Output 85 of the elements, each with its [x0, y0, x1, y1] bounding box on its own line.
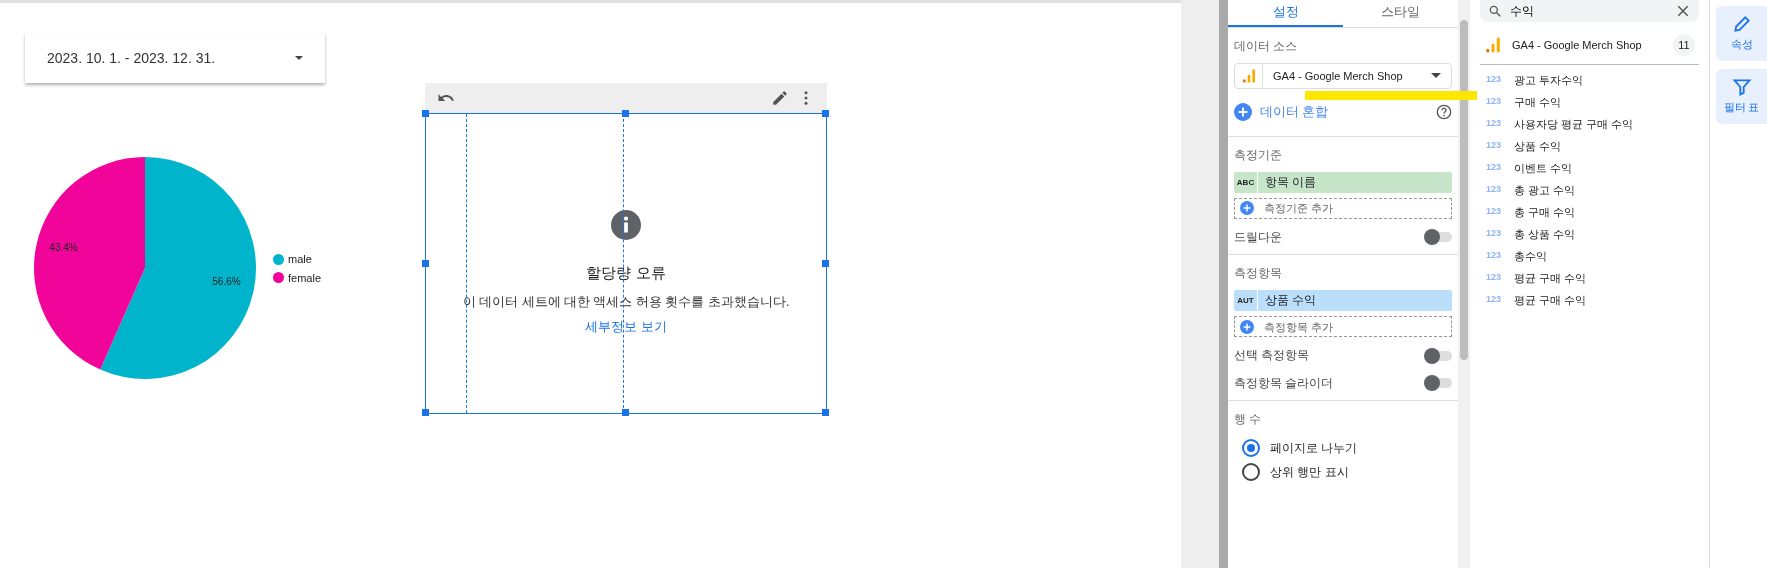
field-type-label: ABC: [1234, 171, 1258, 193]
field-name: 평균 구매 수익: [1514, 270, 1587, 286]
field-count: 11: [1673, 34, 1695, 56]
toggle-label: 드릴다운: [1234, 229, 1282, 245]
resize-handle[interactable]: [422, 409, 429, 416]
bar-chart-icon: [1240, 67, 1257, 84]
radio-button[interactable]: [1242, 439, 1260, 457]
date-range-picker[interactable]: 2023. 10. 1. - 2023. 12. 31.: [25, 33, 325, 83]
section-heading: 측정기준: [1234, 147, 1283, 163]
close-icon[interactable]: [1675, 3, 1691, 19]
section-heading: 측정항목: [1234, 266, 1283, 281]
add-field-button[interactable]: 측정기준 추가: [1234, 197, 1452, 219]
toggle-label: 측정항목 슬라이더: [1234, 375, 1334, 391]
rail-button[interactable]: 필터 표: [1716, 68, 1767, 124]
help-icon[interactable]: [1436, 104, 1452, 121]
search-icon: [1488, 4, 1502, 18]
field-name: 사용자당 평균 구매 수익: [1514, 116, 1634, 132]
resize-handle[interactable]: [822, 409, 829, 416]
scrollbar-thumb[interactable]: [1460, 20, 1468, 360]
plus-icon: [1234, 103, 1252, 122]
field-name: 총수익: [1514, 248, 1547, 264]
field-type-label: 123: [1486, 161, 1502, 175]
field-name: 이벤트 수익: [1514, 160, 1573, 176]
field-type-label: 123: [1486, 95, 1502, 109]
resize-handle[interactable]: [622, 409, 629, 416]
pencil-icon: [1731, 14, 1752, 34]
resize-handle[interactable]: [422, 259, 429, 267]
panel-tab[interactable]: 스타일: [1343, 0, 1458, 27]
pencil-icon[interactable]: [771, 89, 789, 107]
caret-icon: [295, 56, 303, 60]
section-heading: 행 수: [1234, 411, 1263, 427]
field-type-label: 123: [1486, 73, 1502, 87]
radio-button[interactable]: [1242, 463, 1260, 481]
resize-handle[interactable]: [822, 110, 829, 117]
info-icon: [611, 210, 641, 241]
toggle-switch[interactable]: [1426, 350, 1452, 361]
panel-tab[interactable]: 설정: [1228, 0, 1343, 27]
field-name: 총 구매 수익: [1514, 204, 1576, 220]
resize-handle[interactable]: [422, 110, 429, 117]
toggle-switch[interactable]: [1426, 232, 1452, 243]
field-type-label: 123: [1486, 139, 1502, 153]
section-heading: 데이터 소스: [1234, 38, 1299, 54]
error-title: 할당량 오류: [586, 263, 666, 284]
data-source-name: GA4 - Google Merch Shop: [1512, 37, 1642, 53]
field-name: 구매 수익: [1514, 94, 1562, 110]
slice-label: 43.4%: [49, 241, 78, 253]
data-source-dropdown[interactable]: GA4 - Google Merch Shop: [1234, 62, 1452, 89]
caret-icon: [1431, 73, 1441, 79]
details-link[interactable]: 세부정보 보기: [585, 317, 667, 337]
field-type-label: 123: [1486, 183, 1502, 197]
field-type-label: 123: [1486, 271, 1502, 285]
field-type-label: 123: [1486, 227, 1502, 241]
field-type-label: 123: [1486, 249, 1502, 263]
add-field-button[interactable]: 측정항목 추가: [1234, 316, 1452, 338]
radio-label[interactable]: 상위 행만 표시: [1270, 463, 1349, 481]
field-name: 광고 투자수익: [1514, 72, 1584, 88]
radio-label[interactable]: 페이지로 나누기: [1270, 439, 1358, 457]
plus-icon: [1240, 319, 1254, 334]
field-name: 평균 구매 수익: [1514, 292, 1587, 308]
field-type-label: 123: [1486, 293, 1502, 307]
plus-icon: [1240, 201, 1254, 216]
field-type-label: 123: [1486, 205, 1502, 219]
slice-label: 56.6%: [212, 276, 241, 288]
toggle-label: 선택 측정항목: [1234, 348, 1310, 364]
search-input[interactable]: 수익: [1510, 2, 1667, 20]
field-chip[interactable]: ABC 항목 이름: [1234, 171, 1452, 193]
resize-handle[interactable]: [622, 110, 629, 117]
field-type-label: AUT: [1234, 290, 1258, 312]
field-name: 상품 수익: [1514, 138, 1562, 154]
search-field[interactable]: 수익: [1480, 0, 1699, 22]
field-name: 상품 수익: [1264, 293, 1317, 309]
error-message: 이 데이터 세트에 대한 액세스 허용 횟수를 초과했습니다.: [462, 293, 790, 311]
legend-label: female: [288, 270, 322, 286]
field-name: 총 상품 수익: [1514, 226, 1576, 242]
field-name: 총 광고 수익: [1514, 182, 1576, 198]
field-chip[interactable]: AUT 상품 수익: [1234, 290, 1452, 312]
filter-icon: [1731, 76, 1752, 97]
field-type-label: 123: [1486, 117, 1502, 131]
toggle-switch[interactable]: [1426, 378, 1452, 389]
legend-label: male: [288, 252, 312, 267]
bar-chart-icon: [1484, 36, 1502, 54]
resize-handle[interactable]: [822, 259, 829, 267]
field-name: 항목 이름: [1264, 174, 1317, 190]
rail-button[interactable]: 속성: [1716, 6, 1767, 61]
blend-data-button[interactable]: 데이터 혼합: [1234, 102, 1329, 122]
